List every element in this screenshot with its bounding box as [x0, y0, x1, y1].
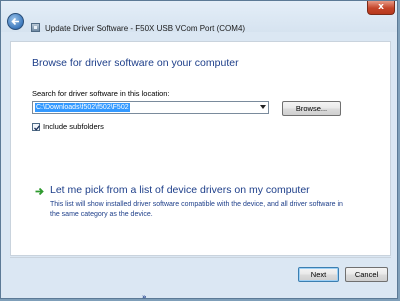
- title-bar: Update Driver Software - F50X USB VCom P…: [1, 1, 397, 33]
- pick-driver-description: This list will show installed driver sof…: [50, 201, 343, 218]
- back-arrow-icon: [11, 17, 19, 26]
- cancel-button[interactable]: Cancel: [345, 267, 388, 282]
- back-button[interactable]: [7, 13, 24, 30]
- pick-driver-link[interactable]: Let me pick from a list of device driver…: [50, 184, 310, 196]
- taskbar-chevron[interactable]: »: [142, 293, 147, 301]
- include-subfolders-checkbox[interactable]: [32, 123, 41, 131]
- green-arrow-icon[interactable]: [35, 187, 45, 196]
- dropdown-arrow-icon[interactable]: [260, 105, 266, 109]
- content-panel: Browse for driver software on your compu…: [10, 41, 391, 256]
- device-icon: [31, 23, 40, 32]
- window-title: Update Driver Software - F50X USB VCom P…: [45, 24, 246, 33]
- footer-divider: [10, 257, 391, 258]
- dialog-window: Update Driver Software - F50X USB VCom P…: [0, 0, 398, 299]
- location-value[interactable]: C:\Downloads\f502\f502\F502: [35, 103, 130, 112]
- include-subfolders-label[interactable]: Include subfolders: [43, 122, 104, 131]
- checkmark-icon: [34, 125, 41, 131]
- browse-button[interactable]: Browse...: [282, 101, 341, 116]
- search-location-label: Search for driver software in this locat…: [32, 89, 170, 98]
- next-button[interactable]: Next: [298, 267, 339, 282]
- page-heading: Browse for driver software on your compu…: [32, 57, 239, 69]
- close-button[interactable]: x: [367, 1, 395, 15]
- location-combobox[interactable]: C:\Downloads\f502\f502\F502: [32, 101, 269, 114]
